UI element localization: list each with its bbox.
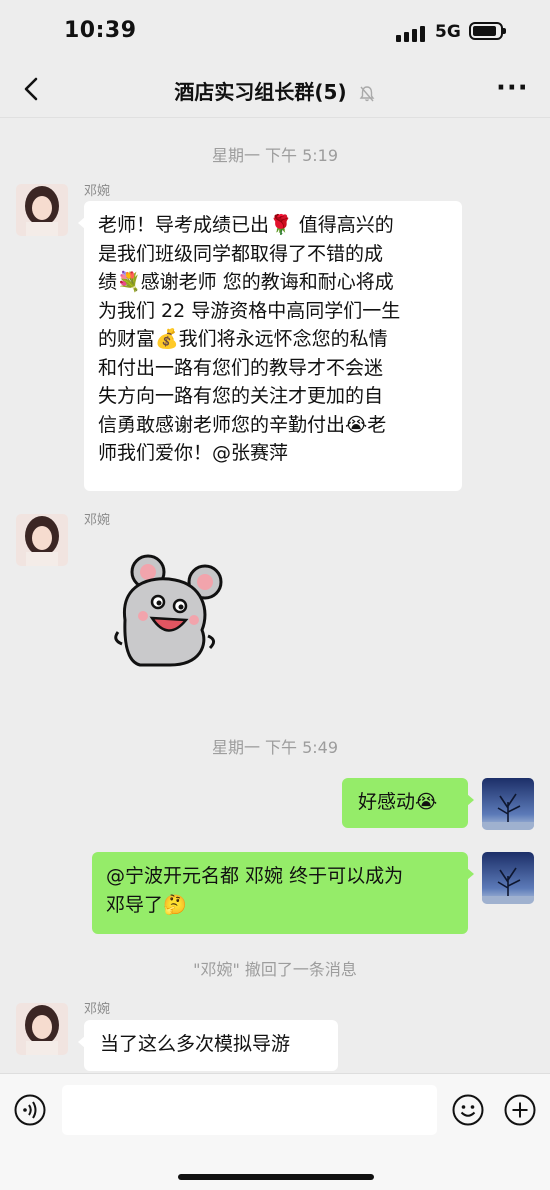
message-bubble[interactable]: 好感动😭	[342, 778, 474, 828]
header-divider	[0, 117, 550, 118]
message-line: 绩💐感谢老师 您的教诲和耐心将成	[98, 271, 394, 293]
message-line: 邓导了🤔	[106, 893, 187, 916]
network-label: 5G	[435, 22, 461, 42]
emoji-icon[interactable]	[452, 1094, 484, 1126]
message-line: 是我们班级同学都取得了不错的成	[98, 242, 384, 265]
more-icon[interactable]: ···	[496, 75, 529, 101]
status-time: 10:39	[64, 18, 137, 43]
mouse-sticker[interactable]	[110, 550, 225, 675]
message-line: @宁波开元名都 邓婉 终于可以成为	[106, 865, 404, 887]
signal-icon	[396, 24, 426, 42]
message-line: 信勇敢感谢老师您的辛勤付出😭老	[98, 413, 387, 436]
message-bubble[interactable]: @宁波开元名都 邓婉 终于可以成为 邓导了🤔	[92, 852, 474, 934]
sender-name: 邓婉	[84, 513, 111, 528]
timestamp: 星期一 下午 5:49	[211, 738, 339, 757]
message-line: 和付出一路有您们的教导才不会迷	[98, 356, 384, 379]
recall-notice: "邓婉" 撤回了一条消息	[193, 960, 357, 979]
message-bubble[interactable]: 老师！导考成绩已出🌹 值得高兴的 是我们班级同学都取得了不错的成 绩💐感谢老师 …	[78, 201, 462, 491]
group-name: 酒店实习组长群(5)	[174, 80, 347, 104]
my-avatar[interactable]	[482, 852, 534, 904]
sender-name: 邓婉	[84, 184, 111, 199]
avatar[interactable]	[16, 514, 68, 566]
voice-icon[interactable]	[14, 1094, 46, 1126]
plus-icon[interactable]	[504, 1094, 536, 1126]
message-line: 的财富💰我们将永远怀念您的私情	[98, 328, 388, 350]
message-input[interactable]	[62, 1085, 437, 1135]
avatar[interactable]	[16, 184, 68, 236]
message-line: 为我们 22 导游资格中高同学们一生	[98, 299, 401, 322]
avatar[interactable]	[16, 1003, 68, 1055]
my-avatar[interactable]	[482, 778, 534, 830]
message-line: 失方向一路有您的关注才更加的自	[98, 385, 384, 407]
timestamp: 星期一 下午 5:19	[211, 146, 339, 165]
sender-name: 邓婉	[84, 1002, 111, 1017]
message-bubble[interactable]: 当了这么多次模拟导游	[78, 1020, 338, 1071]
mute-bell-icon	[359, 85, 374, 101]
message-line: 师我们爱你！@张赛萍	[98, 442, 289, 464]
message-line: 老师！导考成绩已出🌹 值得高兴的	[98, 214, 394, 236]
chat-title: 酒店实习组长群(5)	[0, 76, 550, 105]
battery-icon	[469, 22, 506, 40]
home-indicator	[178, 1174, 374, 1180]
